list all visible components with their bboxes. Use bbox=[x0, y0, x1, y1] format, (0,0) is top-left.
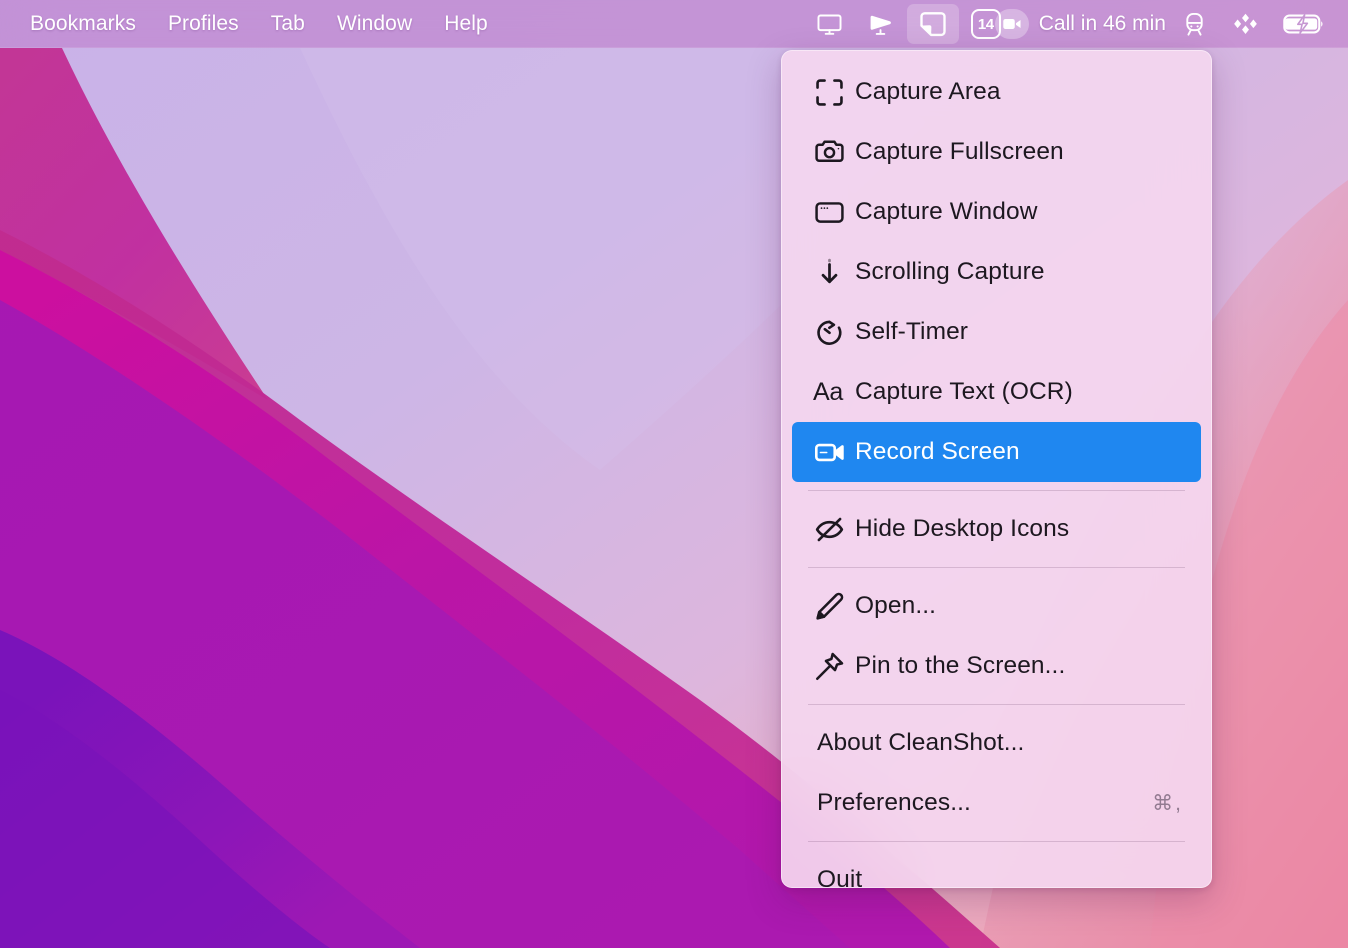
screen-mirroring-icon bbox=[867, 11, 894, 38]
menu-item-label: Capture Window bbox=[855, 198, 1038, 225]
menu-item-label: About CleanShot... bbox=[817, 729, 1025, 756]
menu-item-label: Pin to the Screen... bbox=[855, 652, 1066, 679]
menu-item-label: Quit bbox=[817, 866, 863, 888]
menubar-item-tab[interactable]: Tab bbox=[255, 8, 321, 40]
menu-item-shortcut: ⌘, bbox=[1152, 791, 1183, 815]
video-camera-icon bbox=[813, 436, 855, 469]
battery-charging-icon bbox=[1283, 12, 1325, 36]
menubar-item-help[interactable]: Help bbox=[428, 8, 504, 40]
menubar-item-bookmarks[interactable]: Bookmarks bbox=[14, 8, 152, 40]
menu-separator-2 bbox=[808, 567, 1185, 568]
menu-separator-1 bbox=[808, 490, 1185, 491]
battery-status-item[interactable] bbox=[1272, 4, 1336, 44]
menubar-item-profiles[interactable]: Profiles bbox=[152, 8, 255, 40]
menu-item-label: Capture Area bbox=[855, 78, 1001, 105]
menu-item-scrolling-capture[interactable]: Scrolling Capture bbox=[792, 242, 1201, 302]
menu-item-preferences[interactable]: Preferences... ⌘, bbox=[792, 773, 1201, 833]
menu-item-label: Capture Text (OCR) bbox=[855, 378, 1073, 405]
arrow-down-icon bbox=[813, 256, 855, 289]
menu-bar: Bookmarks Profiles Tab Window Help 14 Ca… bbox=[0, 0, 1348, 48]
screen-mirroring-status-item[interactable] bbox=[856, 4, 905, 44]
window-icon bbox=[813, 196, 855, 229]
crop-marks-icon bbox=[813, 76, 855, 109]
menu-item-quit[interactable]: Quit bbox=[792, 850, 1201, 888]
cleanshot-dropdown-menu: Capture Area Capture Fullscreen Capture … bbox=[781, 50, 1212, 888]
menu-item-hide-desktop-icons[interactable]: Hide Desktop Icons bbox=[792, 499, 1201, 559]
pencil-icon bbox=[813, 590, 855, 623]
menu-item-about-cleanshot[interactable]: About CleanShot... bbox=[792, 713, 1201, 773]
menu-item-capture-area[interactable]: Capture Area bbox=[792, 62, 1201, 122]
menu-item-capture-fullscreen[interactable]: Capture Fullscreen bbox=[792, 122, 1201, 182]
menu-item-pin-to-the-screen[interactable]: Pin to the Screen... bbox=[792, 636, 1201, 696]
menu-separator-3 bbox=[808, 704, 1185, 705]
menu-item-capture-text-ocr[interactable]: Aa Capture Text (OCR) bbox=[792, 362, 1201, 422]
menu-separator-4 bbox=[808, 841, 1185, 842]
menu-bar-status-items: 14 Call in 46 min bbox=[805, 0, 1348, 48]
menu-item-label: Self-Timer bbox=[855, 318, 969, 345]
menu-bar-app-menus: Bookmarks Profiles Tab Window Help bbox=[0, 0, 504, 48]
menu-item-record-screen[interactable]: Record Screen bbox=[792, 422, 1201, 482]
menu-item-label: Preferences... bbox=[817, 789, 971, 816]
display-status-item[interactable] bbox=[805, 4, 854, 44]
eye-slash-icon bbox=[813, 513, 855, 546]
menu-item-label: Capture Fullscreen bbox=[855, 138, 1064, 165]
camera-icon bbox=[813, 136, 855, 169]
menu-item-label: Open... bbox=[855, 592, 937, 619]
video-call-icon bbox=[994, 9, 1029, 39]
menu-item-capture-window[interactable]: Capture Window bbox=[792, 182, 1201, 242]
cleanshot-status-item[interactable] bbox=[906, 4, 959, 44]
dropbox-diamond-icon bbox=[1232, 11, 1259, 38]
menu-item-label: Record Screen bbox=[855, 438, 1020, 465]
menu-item-self-timer[interactable]: Self-Timer bbox=[792, 302, 1201, 362]
menubar-item-window[interactable]: Window bbox=[321, 8, 428, 40]
display-icon bbox=[816, 11, 843, 38]
dropbox-status-item[interactable] bbox=[1221, 4, 1270, 44]
menu-item-open[interactable]: Open... bbox=[792, 576, 1201, 636]
pushpin-icon bbox=[813, 650, 855, 683]
calendar-call-status-item[interactable]: 14 bbox=[961, 4, 1037, 44]
aa-text-icon: Aa bbox=[813, 377, 843, 406]
transit-status-item[interactable] bbox=[1170, 4, 1219, 44]
timer-icon bbox=[813, 316, 855, 349]
cleanshot-icon bbox=[918, 9, 948, 39]
transit-train-icon bbox=[1181, 11, 1208, 38]
menu-item-label: Hide Desktop Icons bbox=[855, 515, 1070, 542]
call-status-text[interactable]: Call in 46 min bbox=[1039, 12, 1168, 36]
menu-item-label: Scrolling Capture bbox=[855, 258, 1045, 285]
